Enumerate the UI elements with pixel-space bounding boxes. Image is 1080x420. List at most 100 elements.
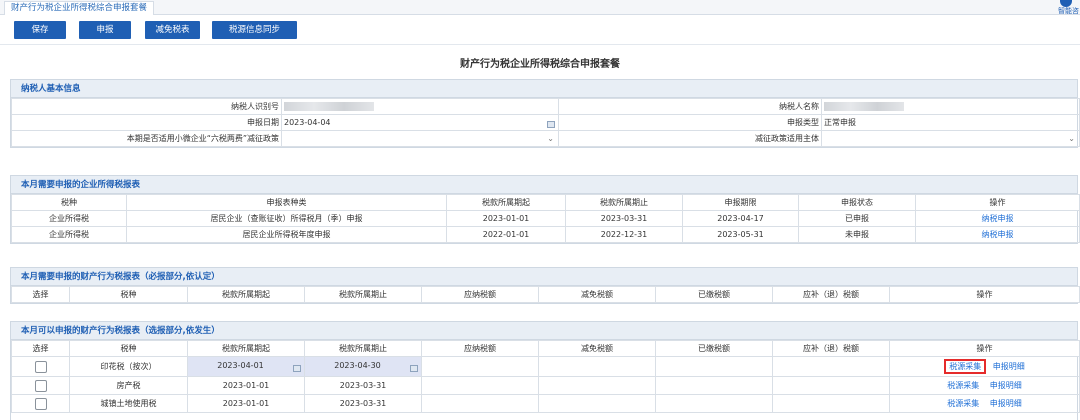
redacted-taxpayer-name [824,102,904,111]
start-cell: 2022-01-01 [446,226,566,243]
declare-detail-link[interactable]: 申报明细 [990,381,1022,390]
payable-cell [421,356,539,377]
column-header: 已缴税额 [655,286,773,303]
column-header: 应纳税额 [421,286,539,303]
source-collect-link[interactable]: 税源采集 [947,381,979,390]
table-row: 房产税 2023-01-01 2023-03-31 税源采集 申报明细 [11,376,1080,395]
column-header: 应纳税额 [421,340,539,357]
basic-info-section: 纳税人基本信息 纳税人识别号 纳税人名称 申报日期 2023-04-04 申报类… [10,79,1080,148]
declare-type-label: 申报类型 [558,114,822,131]
column-header: 已缴税额 [655,340,773,357]
tax-declare-link[interactable]: 纳税申报 [982,230,1014,239]
column-header: 操作 [915,194,1080,211]
calendar-icon[interactable] [293,365,301,372]
source-collect-link[interactable]: 税源采集 [947,399,979,408]
reduce-table-button[interactable]: 减免税表 [145,21,200,39]
column-header: 税种 [69,286,188,303]
paid-cell [655,376,773,395]
table-header-row: 选择 税种 税款所属期起 税款所属期止 应纳税额 减免税额 已缴税额 应补（退）… [11,286,1080,303]
table-row: 城镇土地使用税 2023-01-01 2023-03-31 税源采集 申报明细 [11,394,1080,413]
start-cell: 2023-01-01 [446,210,566,227]
chevron-down-icon: ⌄ [547,134,554,143]
save-button[interactable]: 保存 [14,21,66,39]
start-date-field[interactable]: 2023-04-01 [187,356,305,377]
required-tax-table: 选择 税种 税款所属期起 税款所属期止 应纳税额 减免税额 已缴税额 应补（退）… [11,286,1080,303]
select-checkbox[interactable] [34,397,47,410]
table-header-row: 税种 申报表种类 税款所属期起 税款所属期止 申报期限 申报状态 操作 [11,194,1080,211]
source-collect-link[interactable]: 税源采集 [944,359,987,374]
taxpayer-name-value [821,98,1080,115]
policy-select[interactable]: ⌄ [281,130,559,147]
column-header: 选择 [11,286,70,303]
column-header: 应补（退）税额 [772,286,890,303]
start-cell: 2023-01-01 [187,394,305,413]
end-cell: 2022-12-31 [565,226,683,243]
subject-select[interactable]: ⌄ [821,130,1080,147]
end-cell: 2023-03-31 [304,394,422,413]
basic-info-table: 纳税人识别号 纳税人名称 申报日期 2023-04-04 申报类型 正常申报 本… [11,98,1080,147]
assistant-button[interactable]: 智能咨 [1050,0,1080,15]
reduction-cell [538,376,656,395]
column-header: 应补（退）税额 [772,340,890,357]
end-date-field[interactable]: 2023-04-30 [304,356,422,377]
column-header: 选择 [11,340,70,357]
column-header: 税款所属期止 [304,340,422,357]
column-header: 申报表种类 [126,194,447,211]
optional-tax-section: 本月可以申报的财产行为税报表（选报部分,依发生） 选择 税种 税款所属期起 税款… [10,321,1080,420]
payable-cell [421,376,539,395]
column-header: 税款所属期起 [187,340,305,357]
balance-cell [772,394,890,413]
deadline-cell: 2023-05-31 [682,226,799,243]
table-row: 企业所得税 居民企业所得税年度申报 2022-01-01 2022-12-31 … [11,226,1080,243]
section-title: 本月可以申报的财产行为税报表（选报部分,依发生） [11,322,1077,340]
optional-tax-table: 选择 税种 税款所属期起 税款所属期止 应纳税额 减免税额 已缴税额 应补（退）… [11,340,1080,413]
balance-cell [772,356,890,377]
status-cell: 未申报 [798,226,916,243]
tax-cell: 企业所得税 [11,210,127,227]
column-header: 税款所属期止 [304,286,422,303]
column-header: 操作 [889,340,1080,357]
declare-date-value: 2023-04-04 [284,117,331,127]
income-tax-table: 税种 申报表种类 税款所属期起 税款所属期止 申报期限 申报状态 操作 企业所得… [11,194,1080,243]
declare-date-field[interactable]: 2023-04-04 [281,114,559,131]
reduction-cell [538,356,656,377]
calendar-icon[interactable] [547,120,555,128]
chevron-down-icon: ⌄ [1068,134,1075,143]
page-title: 财产行为税企业所得税综合申报套餐 [460,59,620,70]
column-header: 税种 [69,340,188,357]
select-checkbox[interactable] [34,379,47,392]
start-date-value: 2023-04-01 [217,361,264,370]
table-row: 企业所得税 居民企业（查账征收）所得税月（季）申报 2023-01-01 202… [11,210,1080,227]
table-header-row: 选择 税种 税款所属期起 税款所属期止 应纳税额 减免税额 已缴税额 应补（退）… [11,340,1080,357]
start-cell: 2023-01-01 [187,376,305,395]
declare-date-label: 申报日期 [11,114,282,131]
tab-main[interactable]: 财产行为税企业所得税综合申报套餐 [4,1,155,15]
column-header: 税种 [11,194,127,211]
declare-button[interactable]: 申报 [79,21,131,39]
declare-detail-link[interactable]: 申报明细 [993,362,1025,371]
table-row: 印花税（按次） 2023-04-01 2023-04-30 税源采集 申报明细 [11,356,1080,377]
tab-bar: 财产行为税企业所得税综合申报套餐 智能咨 [0,0,1080,15]
tax-cell: 房产税 [69,376,188,395]
sync-source-button[interactable]: 税源信息同步 [212,21,297,39]
paid-cell [655,394,773,413]
tax-cell: 印花税（按次） [69,356,188,377]
balance-cell [772,376,890,395]
column-header: 减免税额 [538,340,656,357]
payable-cell [421,394,539,413]
declare-detail-link[interactable]: 申报明细 [990,399,1022,408]
subject-label: 减征政策适用主体 [558,130,822,147]
column-header: 税款所属期起 [446,194,566,211]
column-header: 减免税额 [538,286,656,303]
taxpayer-name-label: 纳税人名称 [558,98,822,115]
form-cell: 居民企业所得税年度申报 [126,226,447,243]
policy-label: 本期是否适用小微企业“六税两费”减征政策 [11,130,282,147]
calendar-icon[interactable] [410,365,418,372]
declare-type-value: 正常申报 [821,114,1080,131]
taxpayer-id-label: 纳税人识别号 [11,98,282,115]
tax-cell: 城镇土地使用税 [69,394,188,413]
section-title: 纳税人基本信息 [11,80,1077,98]
select-checkbox[interactable] [34,360,47,373]
paid-cell [655,356,773,377]
tax-declare-link[interactable]: 纳税申报 [982,214,1014,223]
